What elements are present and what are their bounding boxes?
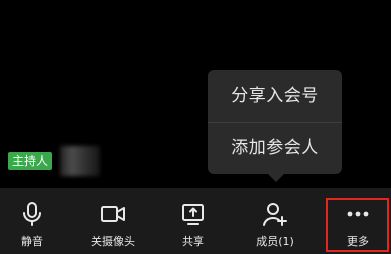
camera-off-button[interactable]: 关摄像头: [78, 188, 148, 254]
host-name-blurred: [60, 146, 100, 176]
mute-label: 静音: [21, 235, 43, 248]
popup-pointer-arrow: [268, 174, 284, 182]
screen-share-icon: [179, 200, 207, 228]
share-screen-button[interactable]: 共享: [160, 188, 226, 254]
add-member-icon: [261, 200, 289, 228]
more-button-highlight: [326, 198, 389, 252]
members-button[interactable]: 成员(1): [242, 188, 308, 254]
menu-item-add-participant[interactable]: 添加参会人: [208, 122, 342, 174]
more-popup-menu: 分享入会号 添加参会人: [208, 70, 342, 174]
host-badge: 主持人: [8, 152, 53, 170]
microphone-icon: [18, 200, 46, 228]
menu-item-share-meeting-id[interactable]: 分享入会号: [208, 70, 342, 122]
mute-button[interactable]: 静音: [0, 188, 64, 254]
camera-off-label: 关摄像头: [91, 235, 135, 248]
camera-icon: [99, 200, 127, 228]
members-label: 成员(1): [256, 235, 294, 248]
share-label: 共享: [182, 235, 204, 248]
